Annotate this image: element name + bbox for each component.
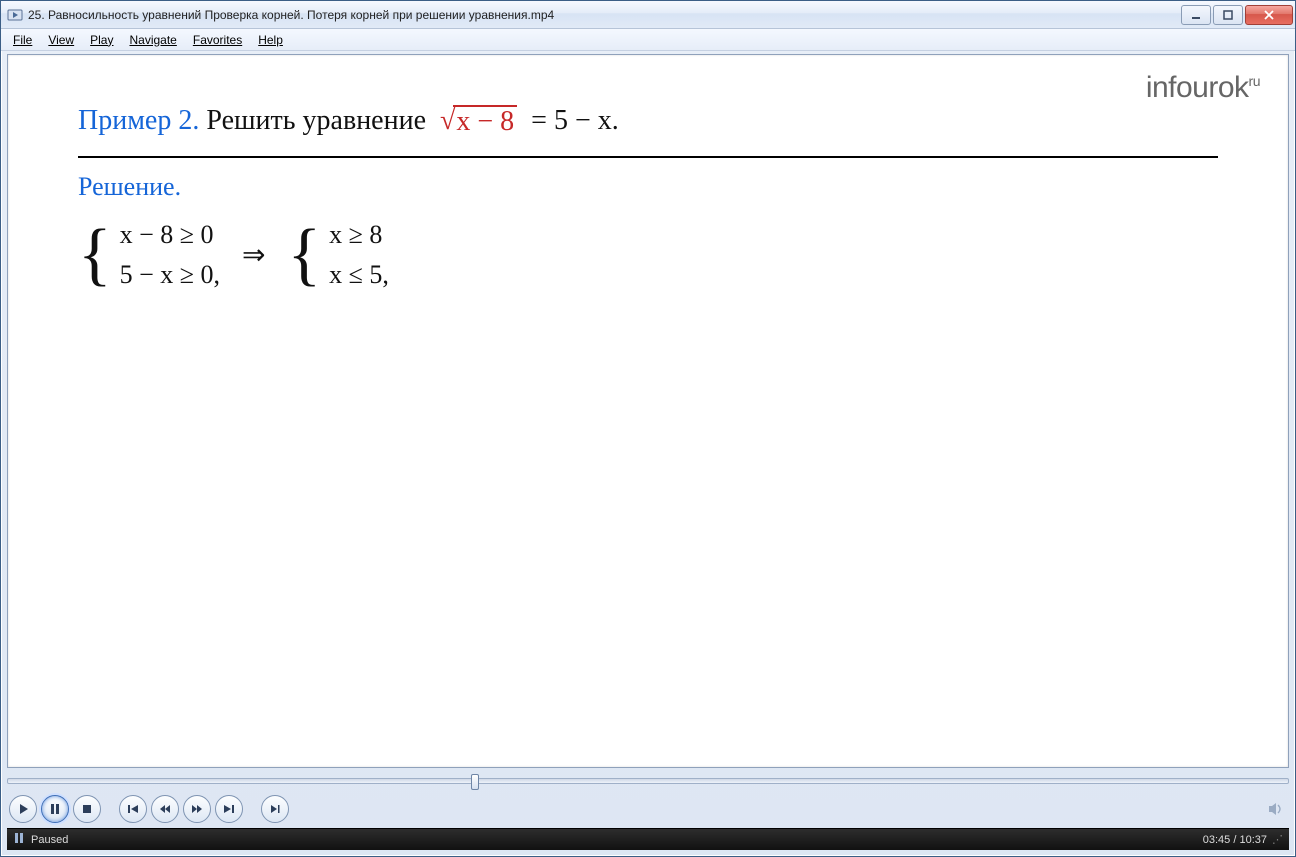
fast-forward-button[interactable] (183, 795, 211, 823)
menu-help[interactable]: Help (250, 31, 291, 49)
system-1: { x − 8 ≥ 0 5 − x ≥ 0, (78, 220, 220, 290)
status-text: Paused (31, 834, 68, 846)
rewind-button[interactable] (151, 795, 179, 823)
seekbar[interactable] (7, 778, 1289, 784)
volume-icon[interactable] (1267, 799, 1287, 819)
example-heading: Пример 2. Решить уравнение √x − 8 = 5 − … (78, 105, 1218, 158)
status-icon (13, 832, 25, 847)
maximize-button[interactable] (1213, 5, 1243, 25)
sys1-line1: x − 8 ≥ 0 (120, 220, 220, 250)
play-button[interactable] (9, 795, 37, 823)
menubar: File View Play Navigate Favorites Help (1, 29, 1295, 51)
seek-thumb[interactable] (471, 774, 479, 790)
example-label: Пример 2. (78, 105, 199, 136)
task-text: Решить уравнение (206, 105, 426, 136)
statusbar: Paused 03:45 / 10:37 ⋰ (7, 828, 1289, 850)
sqrt-expression: √x − 8 (440, 105, 517, 138)
sys2-line1: x ≥ 8 (329, 220, 389, 250)
next-track-button[interactable] (215, 795, 243, 823)
sys1-line2: 5 − x ≥ 0, (120, 260, 220, 290)
math-block: { x − 8 ≥ 0 5 − x ≥ 0, ⇒ { x ≥ 8 x ≤ 5, (78, 220, 1218, 290)
menu-favorites[interactable]: Favorites (185, 31, 250, 49)
window-title: 25. Равносильность уравнений Проверка ко… (28, 8, 1179, 22)
time-sep: / (1230, 834, 1239, 846)
playback-controls (7, 792, 1289, 826)
resize-grip[interactable]: ⋰ (1267, 833, 1283, 846)
system-2: { x ≥ 8 x ≤ 5, (288, 220, 389, 290)
menu-navigate[interactable]: Navigate (121, 31, 184, 49)
prev-track-button[interactable] (119, 795, 147, 823)
brace-icon: { (288, 223, 322, 286)
app-icon (7, 7, 23, 23)
menu-file[interactable]: File (5, 31, 40, 49)
sys2-line2: x ≤ 5, (329, 260, 389, 290)
menu-view[interactable]: View (40, 31, 82, 49)
seekbar-area (7, 772, 1289, 790)
step-frame-button[interactable] (261, 795, 289, 823)
window-controls (1179, 5, 1293, 25)
solution-label: Решение. (78, 172, 1218, 202)
video-area[interactable]: infourokru Пример 2. Решить уравнение √x… (7, 54, 1289, 768)
stop-button[interactable] (73, 795, 101, 823)
time-current: 03:45 (1203, 834, 1231, 846)
close-button[interactable] (1245, 5, 1293, 25)
brace-icon: { (78, 223, 112, 286)
implies-arrow: ⇒ (242, 238, 265, 272)
minimize-button[interactable] (1181, 5, 1211, 25)
app-window: 25. Равносильность уравнений Проверка ко… (0, 0, 1296, 857)
pause-button[interactable] (41, 795, 69, 823)
slide-content: Пример 2. Решить уравнение √x − 8 = 5 − … (8, 55, 1288, 310)
menu-play[interactable]: Play (82, 31, 121, 49)
titlebar[interactable]: 25. Равносильность уравнений Проверка ко… (1, 1, 1295, 29)
time-total: 10:37 (1239, 834, 1267, 846)
